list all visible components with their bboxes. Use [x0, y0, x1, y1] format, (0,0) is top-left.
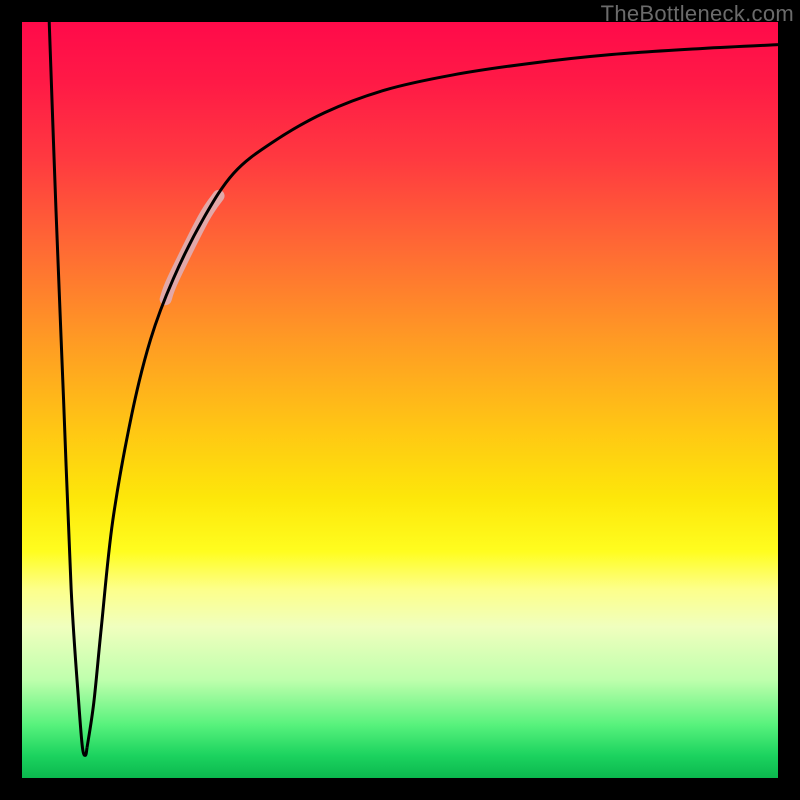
curve-layer [0, 0, 800, 800]
main-curve [87, 45, 778, 748]
left-dip-curve [49, 22, 87, 755]
highlight-segment [166, 196, 219, 299]
chart-stage: TheBottleneck.com [0, 0, 800, 800]
